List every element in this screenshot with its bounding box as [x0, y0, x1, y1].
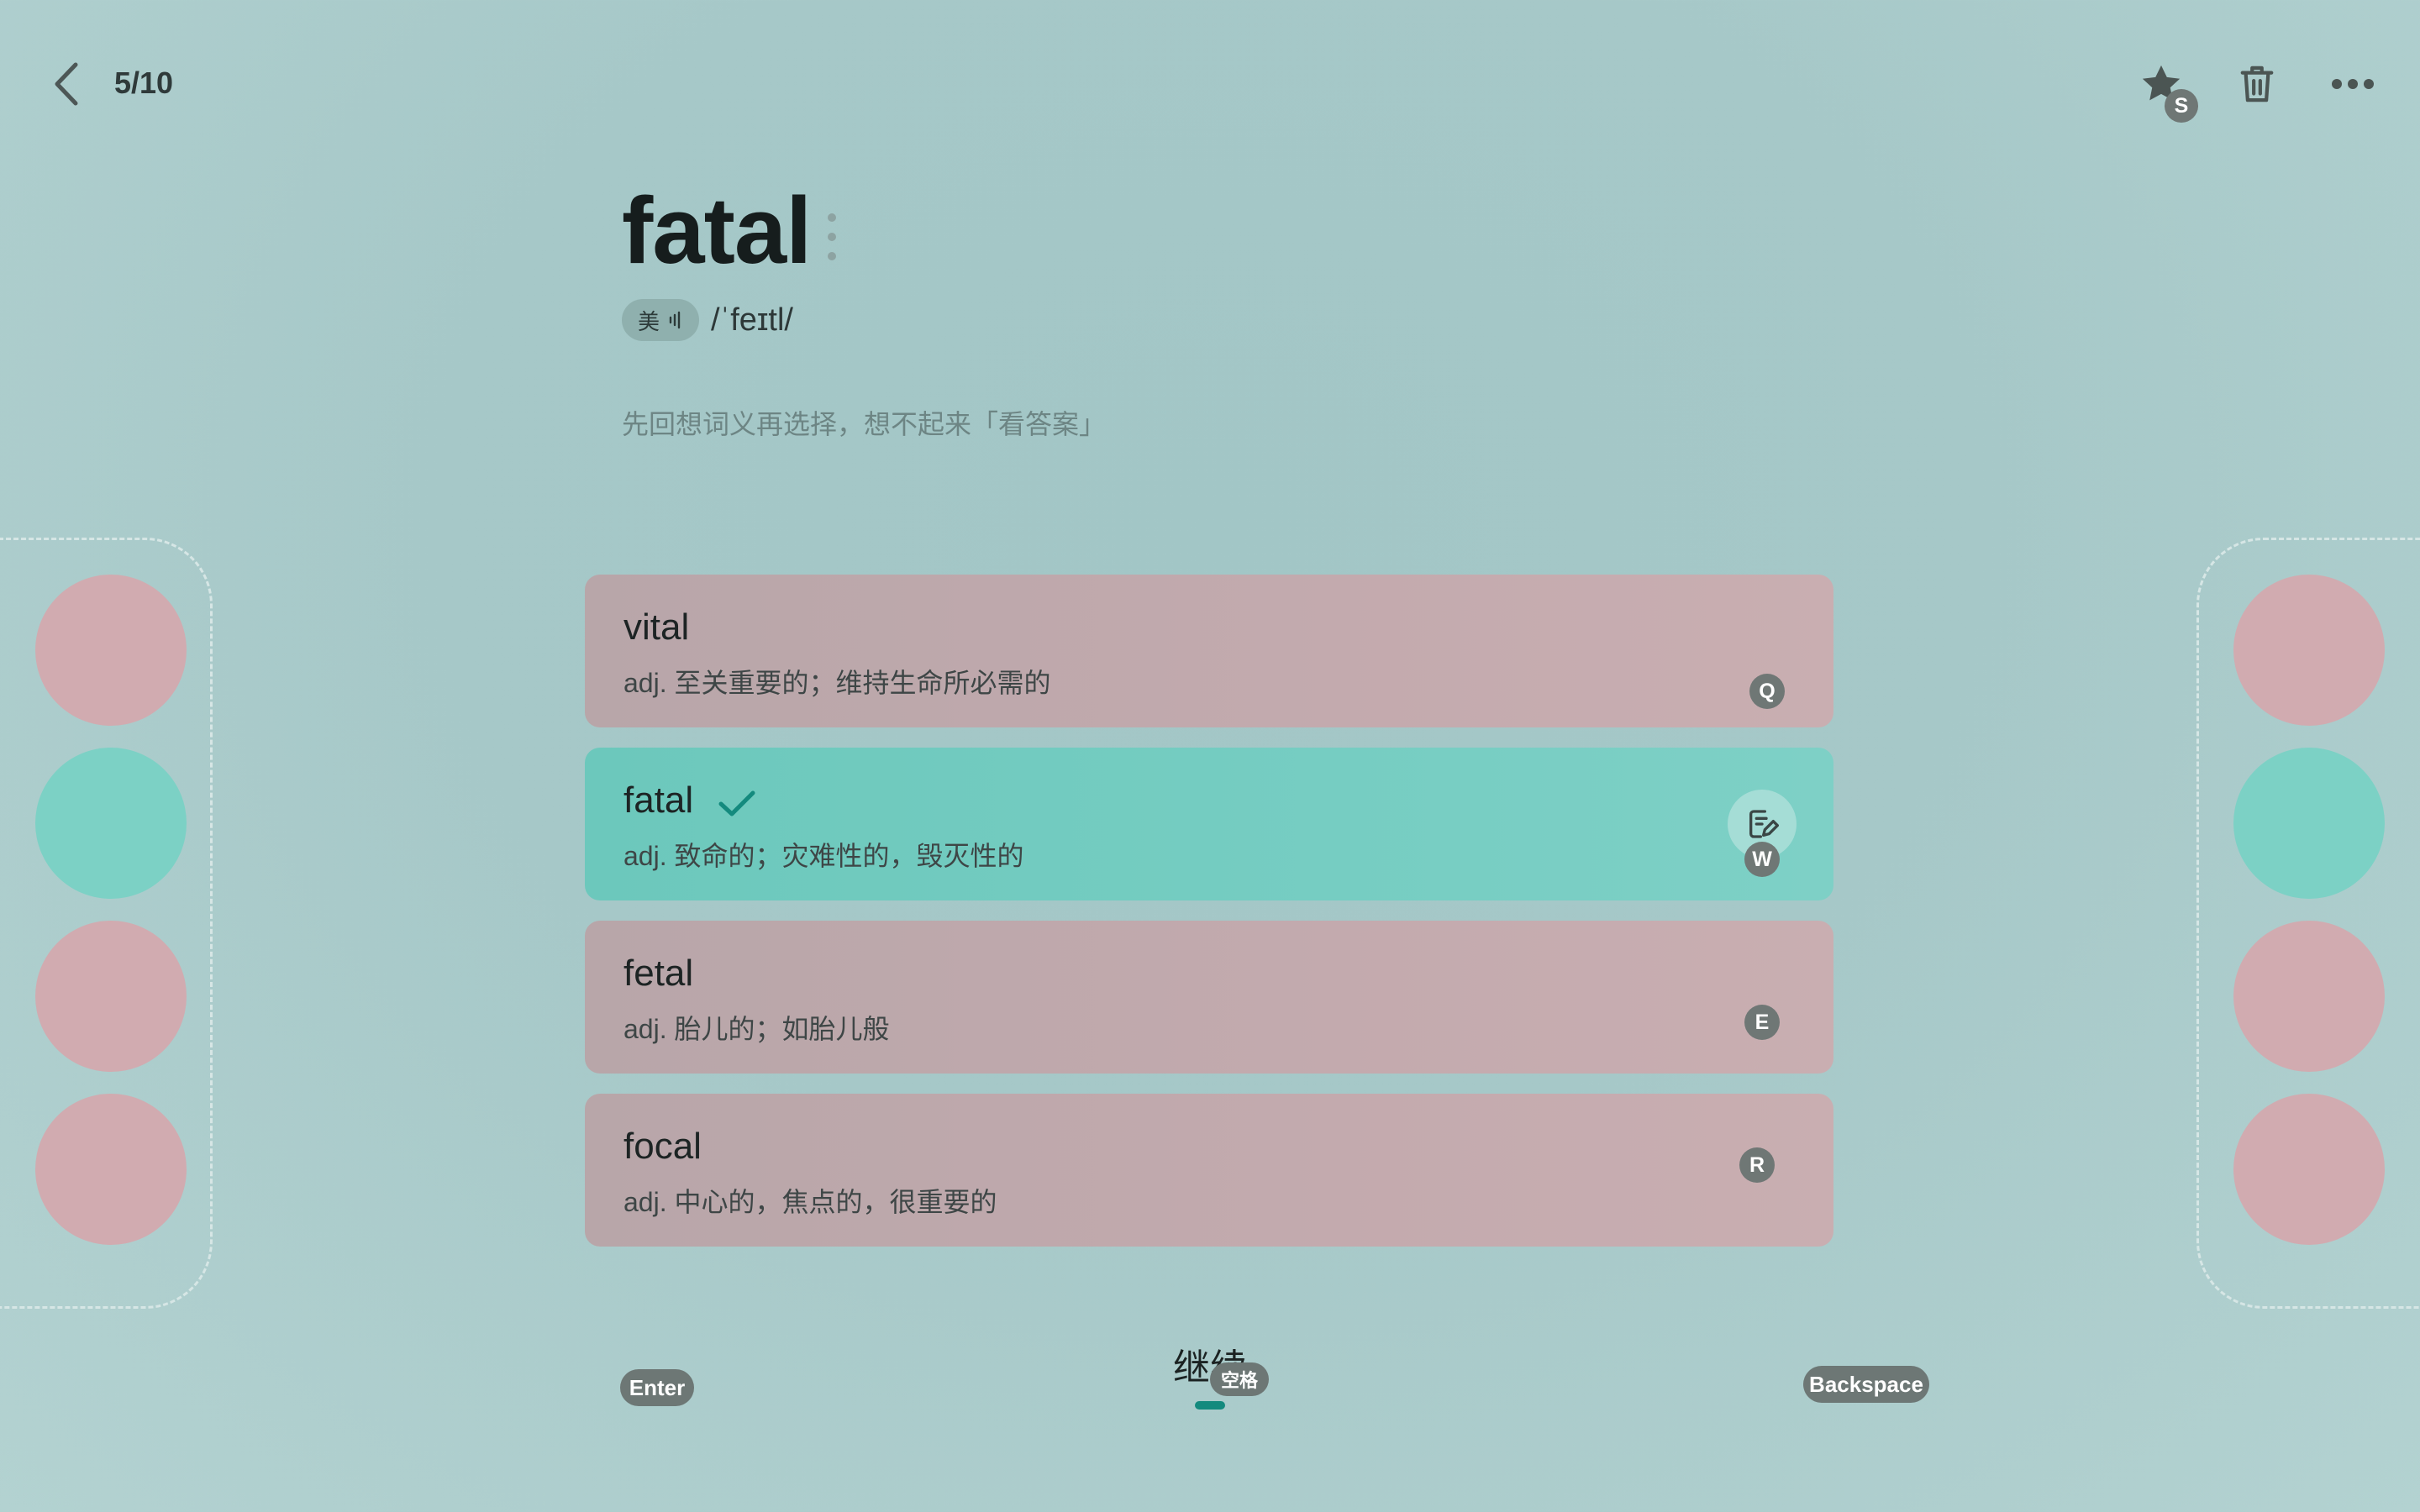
- option-card-q[interactable]: vital adj. 至关重要的；维持生命所必需的 Q: [585, 575, 1833, 727]
- pronunciation-button[interactable]: 美: [622, 299, 699, 341]
- option-meaning: adj. 至关重要的；维持生命所必需的: [623, 668, 1051, 698]
- shortcut-badge-q: Q: [1749, 674, 1785, 709]
- star-button[interactable]: S: [2131, 54, 2198, 123]
- more-horizontal-icon: [2332, 79, 2374, 89]
- progress-counter: 5/10: [114, 66, 174, 100]
- option-card-e[interactable]: fetal adj. 胎儿的；如胎儿般 E: [585, 921, 1833, 1074]
- left-indicator-e: [35, 921, 187, 1072]
- option-card-r[interactable]: focal adj. 中心的，焦点的，很重要的 R: [585, 1094, 1833, 1247]
- option-meaning: adj. 胎儿的；如胎儿般: [623, 1014, 890, 1044]
- hint-text: 先回想词义再选择，想不起来「看答案」: [622, 409, 1107, 439]
- delete-button[interactable]: [2227, 54, 2287, 114]
- check-icon: [718, 790, 755, 816]
- word-menu-icon[interactable]: [823, 213, 840, 260]
- right-indicator-q: [2233, 575, 2385, 726]
- more-options-button[interactable]: [2323, 54, 2383, 114]
- left-indicator-w: [35, 748, 187, 899]
- option-word: vital: [623, 606, 690, 648]
- option-card-w[interactable]: fatal adj. 致命的；灾难性的，毁灭性的 W: [585, 748, 1833, 900]
- enter-key-badge: Enter: [620, 1369, 694, 1406]
- left-indicator-r: [35, 1094, 187, 1245]
- option-word: fetal: [623, 953, 694, 994]
- speaker-icon: [669, 311, 681, 329]
- left-indicator-q: [35, 575, 187, 726]
- back-button[interactable]: [44, 57, 87, 111]
- right-indicator-r: [2233, 1094, 2385, 1245]
- target-word: fatal: [622, 178, 812, 283]
- trash-icon: [2240, 66, 2274, 102]
- right-indicator-w: [2233, 748, 2385, 899]
- star-shortcut-badge: S: [2165, 89, 2198, 123]
- right-indicator-e: [2233, 921, 2385, 1072]
- continue-indicator: [1195, 1401, 1225, 1410]
- shortcut-badge-r: R: [1739, 1147, 1775, 1183]
- chevron-left-icon: [55, 62, 78, 106]
- backspace-key-badge: Backspace: [1803, 1366, 1929, 1403]
- option-word: focal: [623, 1126, 702, 1167]
- option-word: fatal: [623, 780, 694, 821]
- accent-label: 美: [637, 308, 660, 334]
- edit-note-icon: [1749, 810, 1779, 838]
- shortcut-badge-e: E: [1744, 1005, 1780, 1040]
- option-meaning: adj. 致命的；灾难性的，毁灭性的: [623, 841, 1024, 871]
- space-key-badge: 空格: [1210, 1362, 1269, 1396]
- shortcut-badge-w: W: [1744, 842, 1780, 877]
- phonetic-transcription: /ˈfeɪtl/: [711, 302, 793, 338]
- option-meaning: adj. 中心的，焦点的，很重要的: [623, 1187, 997, 1217]
